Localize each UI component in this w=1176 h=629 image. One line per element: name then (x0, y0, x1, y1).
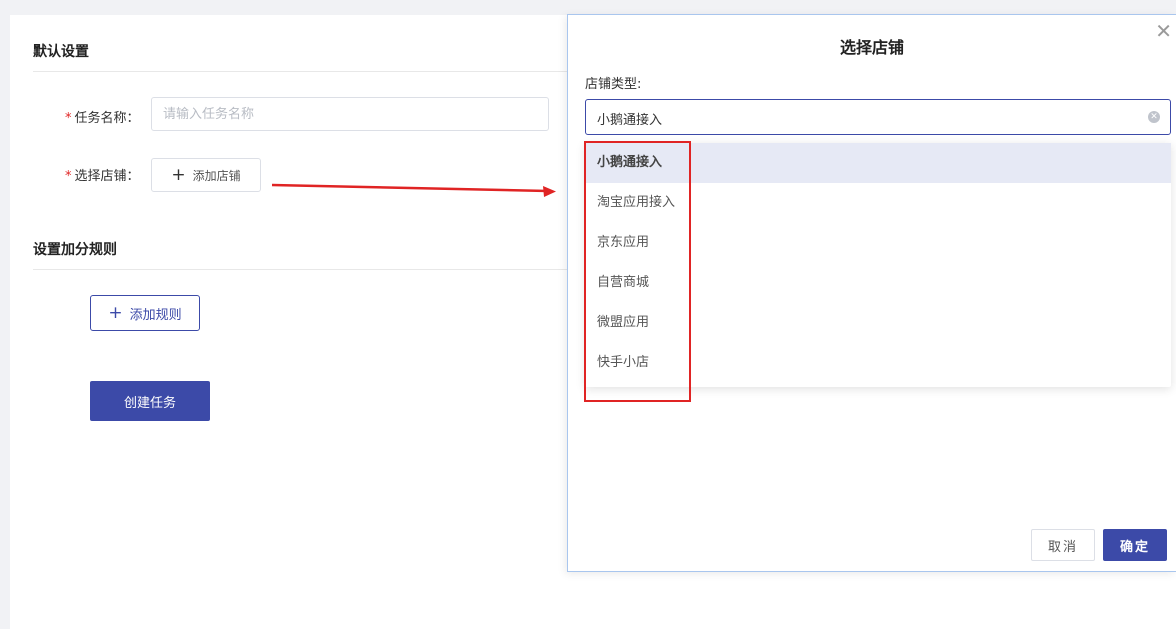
dropdown-option[interactable]: 微盟应用 (585, 303, 1171, 343)
dropdown-option[interactable]: 京东应用 (585, 223, 1171, 263)
annotation-arrow (271, 183, 556, 197)
required-mark: * (65, 111, 72, 126)
task-name-input[interactable] (151, 97, 549, 131)
add-rule-button-label: 添加规则 (129, 307, 182, 323)
add-rule-button[interactable]: + 添加规则 (90, 295, 200, 331)
create-task-button[interactable]: 创建任务 (90, 381, 210, 421)
confirm-button[interactable]: 确定 (1103, 529, 1167, 561)
plus-icon: + (108, 302, 123, 323)
plus-icon: + (171, 164, 186, 185)
section-title-rules: 设置加分规则 (33, 242, 117, 258)
task-name-label: * 任务名称： (65, 107, 140, 126)
dropdown-option[interactable]: 快手小店 (585, 343, 1171, 383)
cancel-button[interactable]: 取消 (1031, 529, 1095, 561)
store-type-select[interactable]: 小鹅通接入 ✕ (585, 99, 1171, 135)
select-store-modal: 选择店铺 ✕ 店铺类型: 小鹅通接入 ✕ 小鹅通接入 淘宝应用接入 京东应用 自… (567, 14, 1176, 572)
required-mark: * (65, 169, 72, 184)
dropdown-option[interactable]: 小鹅通接入 (585, 143, 1171, 183)
store-type-selected-value: 小鹅通接入 (597, 113, 663, 128)
add-store-button[interactable]: + 添加店铺 (151, 158, 261, 192)
store-type-label: 店铺类型: (585, 77, 642, 92)
store-label-text: 选择店铺： (74, 169, 140, 184)
dropdown-option[interactable]: 自营商城 (585, 263, 1171, 303)
section-divider (33, 269, 593, 270)
clear-icon[interactable]: ✕ (1148, 111, 1160, 123)
modal-title: 选择店铺 (839, 38, 904, 57)
section-divider (33, 71, 593, 72)
dropdown-option[interactable]: 淘宝应用接入 (585, 183, 1171, 223)
store-type-dropdown: 小鹅通接入 淘宝应用接入 京东应用 自营商城 微盟应用 快手小店 (585, 143, 1171, 387)
section-title-default: 默认设置 (33, 44, 89, 60)
add-store-button-label: 添加店铺 (192, 168, 241, 183)
task-name-label-text: 任务名称： (74, 111, 140, 126)
store-label: * 选择店铺： (65, 165, 140, 184)
close-icon[interactable]: ✕ (1155, 21, 1172, 41)
